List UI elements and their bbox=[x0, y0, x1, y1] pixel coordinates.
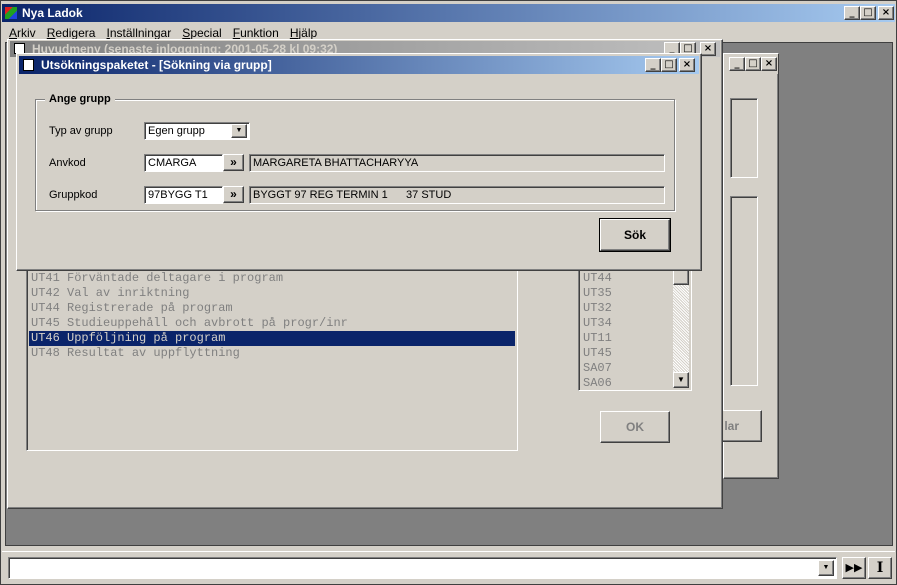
dialog-window-icon bbox=[23, 59, 34, 71]
dialog-title: Utsökningspaketet - [Sökning via grupp] bbox=[41, 58, 272, 72]
list-item[interactable]: SA06 bbox=[583, 376, 612, 391]
code-list[interactable]: UT44 UT35 UT32 UT34 UT11 UT45 SA07 SA06 … bbox=[578, 266, 692, 391]
list-item[interactable]: UT41 Förväntade deltagare i program bbox=[29, 271, 515, 286]
gruppkod-desc-field: BYGGT 97 REG TERMIN 1 37 STUD bbox=[249, 186, 665, 204]
list-item[interactable]: UT32 bbox=[583, 301, 612, 316]
typ-select-value: Egen grupp bbox=[148, 125, 205, 137]
gruppkod-value: 97BYGG T1 bbox=[148, 189, 208, 201]
behind-close-icon[interactable]: × bbox=[761, 57, 777, 71]
command-combo[interactable]: ▼ bbox=[8, 557, 837, 579]
list-item[interactable]: UT42 Val av inriktning bbox=[29, 286, 515, 301]
list-item[interactable]: UT44 bbox=[583, 271, 612, 286]
anvkod-name: MARGARETA BHATTACHARYYA bbox=[253, 157, 419, 169]
ok-button[interactable]: OK bbox=[600, 411, 670, 443]
anvkod-field[interactable]: CMARGA bbox=[144, 154, 223, 172]
close-icon[interactable]: × bbox=[878, 6, 894, 20]
anvkod-lookup-button[interactable]: » bbox=[223, 154, 244, 171]
chevron-down-icon[interactable]: ▼ bbox=[818, 560, 834, 576]
behind-panel-top bbox=[730, 98, 758, 178]
gruppkod-desc: BYGGT 97 REG TERMIN 1 37 STUD bbox=[253, 189, 452, 201]
anvkod-value: CMARGA bbox=[148, 157, 197, 169]
app-titlebar[interactable]: Nya Ladok _ □ × bbox=[2, 4, 895, 22]
dialog-maximize-icon[interactable]: □ bbox=[661, 58, 677, 72]
behind-maximize-icon[interactable]: □ bbox=[745, 57, 761, 71]
maximize-icon[interactable]: □ bbox=[860, 6, 876, 20]
gruppkod-field[interactable]: 97BYGG T1 bbox=[144, 186, 223, 204]
scroll-thumb[interactable] bbox=[673, 269, 689, 285]
minimize-icon[interactable]: _ bbox=[844, 6, 860, 20]
behind-minimize-icon[interactable]: _ bbox=[729, 57, 745, 71]
program-list[interactable]: UT41 Förväntade deltagare i program UT42… bbox=[26, 266, 518, 451]
typ-select[interactable]: Egen grupp ▼ bbox=[144, 122, 250, 140]
group-box-title: Ange grupp bbox=[45, 93, 115, 105]
gruppkod-lookup-button[interactable]: » bbox=[223, 186, 244, 203]
app-logo-icon bbox=[5, 7, 17, 19]
list-item[interactable]: UT45 Studieuppehåll och avbrott på progr… bbox=[29, 316, 515, 331]
status-bar: ▼ ▶▶ I bbox=[2, 551, 895, 583]
list-item[interactable]: UT45 bbox=[583, 346, 612, 361]
text-cursor-icon: I bbox=[876, 560, 884, 576]
fast-forward-icon: ▶▶ bbox=[845, 562, 863, 574]
list-item[interactable]: UT11 bbox=[583, 331, 612, 346]
dialog-minimize-icon[interactable]: _ bbox=[645, 58, 661, 72]
app-title: Nya Ladok bbox=[22, 6, 83, 20]
fast-forward-button[interactable]: ▶▶ bbox=[842, 557, 866, 579]
chevron-down-icon[interactable]: ▼ bbox=[231, 124, 247, 138]
list-item[interactable]: SA07 bbox=[583, 361, 612, 376]
list-item-selected[interactable]: UT46 Uppföljning på program bbox=[29, 331, 515, 346]
list-item[interactable]: UT48 Resultat av uppflyttning bbox=[29, 346, 515, 361]
scroll-down-icon[interactable]: ▼ bbox=[673, 372, 689, 388]
code-list-scrollbar[interactable]: ▼ bbox=[673, 269, 689, 388]
anvkod-name-field: MARGARETA BHATTACHARYYA bbox=[249, 154, 665, 172]
typ-label: Typ av grupp bbox=[49, 125, 113, 137]
dialog-close-icon[interactable]: × bbox=[679, 58, 695, 72]
dialog-titlebar[interactable]: Utsökningspaketet - [Sökning via grupp] bbox=[19, 56, 699, 74]
text-cursor-button[interactable]: I bbox=[868, 557, 892, 579]
double-chevron-right-icon: » bbox=[230, 155, 237, 169]
app-window: Nya Ladok _ □ × Arkiv Redigera Inställni… bbox=[0, 0, 897, 585]
anvkod-label: Anvkod bbox=[49, 157, 86, 169]
behind-window: _ □ × lar bbox=[702, 53, 779, 479]
list-item[interactable]: UT35 bbox=[583, 286, 612, 301]
search-button[interactable]: Sök bbox=[599, 218, 671, 252]
behind-panel-bottom bbox=[730, 196, 758, 386]
search-dialog: Utsökningspaketet - [Sökning via grupp] … bbox=[16, 53, 702, 271]
double-chevron-right-icon: » bbox=[230, 187, 237, 201]
mainmenu-close-icon[interactable]: × bbox=[700, 42, 716, 56]
list-item[interactable]: UT34 bbox=[583, 316, 612, 331]
gruppkod-label: Gruppkod bbox=[49, 189, 98, 201]
list-item[interactable]: UT44 Registrerade på program bbox=[29, 301, 515, 316]
